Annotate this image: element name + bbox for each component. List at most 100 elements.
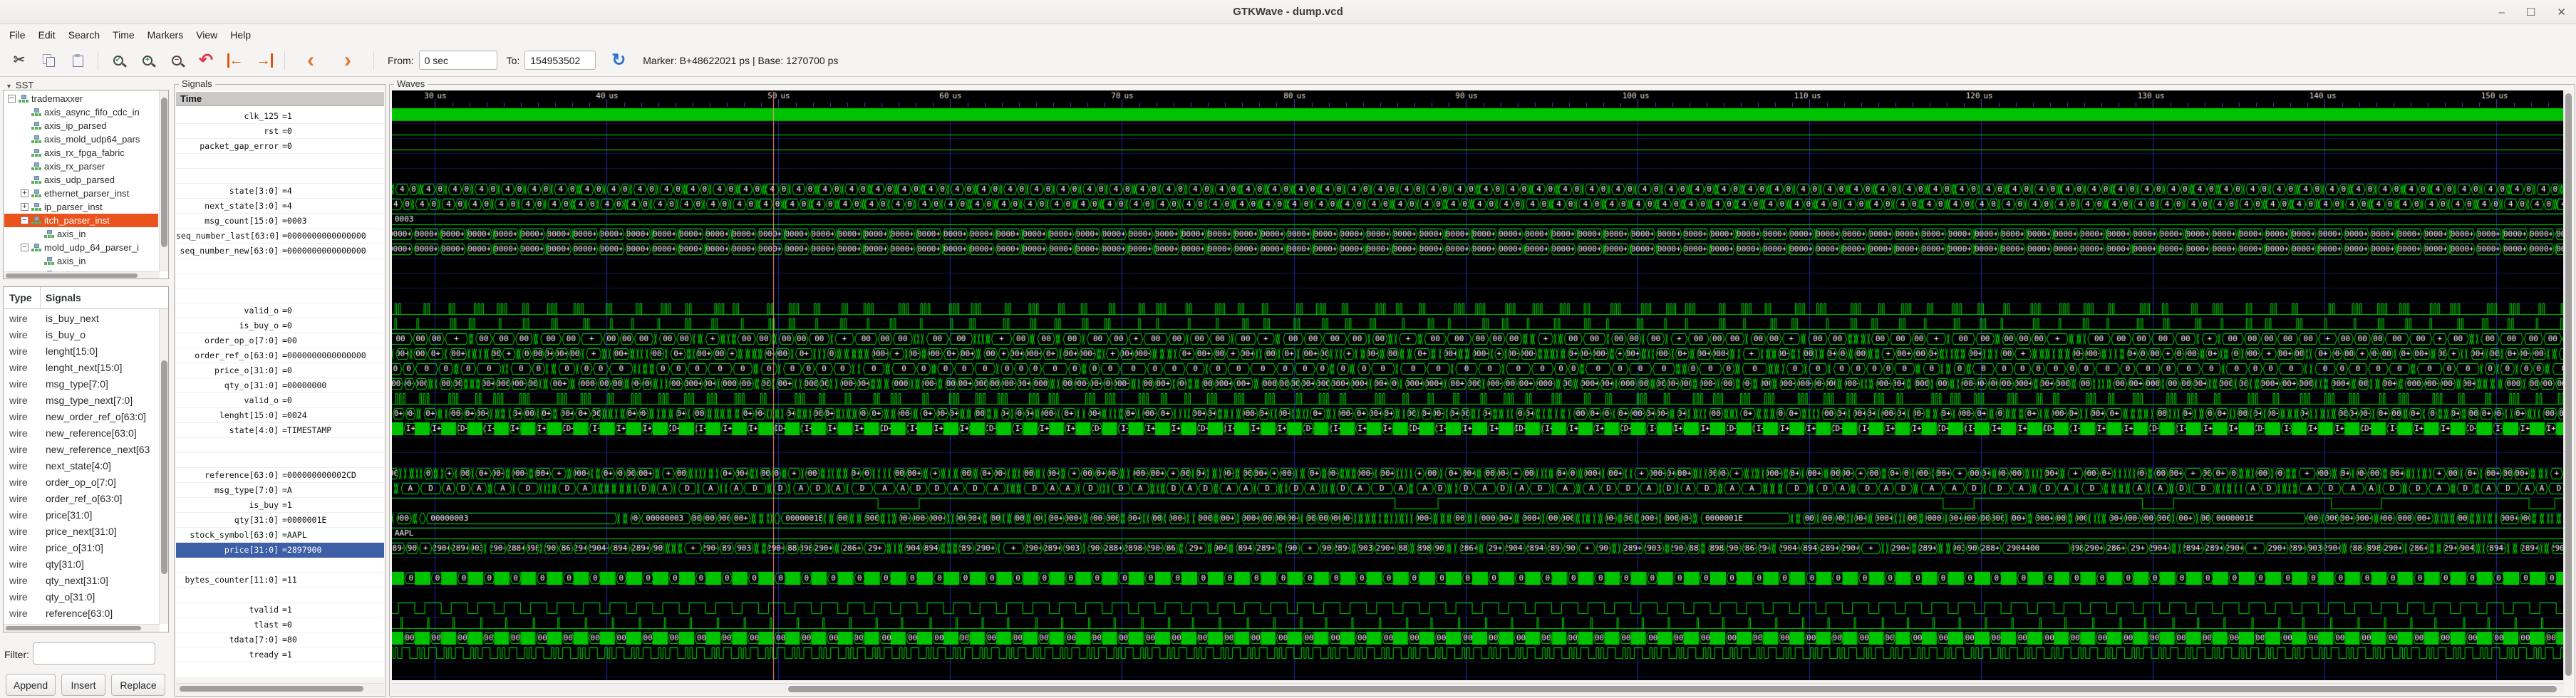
signal-table-row[interactable]: wire qty_o[31:0] [4, 588, 159, 605]
zoom-out-icon[interactable]: − [163, 47, 190, 74]
tree-item-axis_rx_fpga_fabric[interactable]: axis_rx_fpga_fabric [4, 146, 158, 160]
zoom-to-start-icon[interactable]: ← [222, 47, 249, 74]
signal-row-blank[interactable] [176, 274, 384, 288]
tree-item-mold_udp_64_parser_i[interactable]: − mold_udp_64_parser_i [4, 241, 158, 254]
tree-item-ethernet_parser_inst[interactable]: + ethernet_parser_inst [4, 187, 158, 200]
reload-icon[interactable]: ↻ [605, 47, 632, 74]
signal-row-is_buy[interactable]: is_buy =1 [176, 498, 384, 513]
signal-row-msg_type[7:0][interactable]: msg_type[7:0] =A [176, 483, 384, 498]
signal-row-state[3:0][interactable]: state[3:0] =4 [176, 184, 384, 199]
signal-row-order_op_o[7:0][interactable]: order_op_o[7:0] =00 [176, 333, 384, 348]
signal-row-blank[interactable] [176, 453, 384, 468]
signal-table-row[interactable]: wire next_state[4:0] [4, 457, 159, 474]
signal-table-row[interactable]: wire new_reference_next[63 [4, 441, 159, 457]
signal-row-price_o[31:0][interactable]: price_o[31:0] =0 [176, 363, 384, 378]
tree-item-axis_async_fifo_cdc_in[interactable]: axis_async_fifo_cdc_in [4, 105, 158, 119]
menu-time[interactable]: Time [106, 26, 141, 43]
tree-item-itch_parser_inst[interactable]: − itch_parser_inst [4, 214, 158, 227]
zoom-in-icon[interactable]: + [134, 47, 161, 74]
close-button[interactable]: ✕ [2557, 7, 2566, 18]
signal-table-row[interactable]: wire lenght_next[15:0] [4, 359, 159, 375]
prev-edge-icon[interactable]: ‹ [297, 47, 324, 74]
sst-section-header[interactable]: ▼ SST [6, 80, 33, 90]
signal-row-valid_o[interactable]: valid_o =0 [176, 303, 384, 318]
signal-row-state[4:0][interactable]: state[4:0] =TIMESTAMP [176, 423, 384, 438]
signal-row-valid_o[interactable]: valid_o =0 [176, 393, 384, 408]
tree-horizontal-scrollbar[interactable] [4, 271, 160, 278]
time-header[interactable]: Time [176, 92, 384, 106]
tree-vertical-scrollbar[interactable] [159, 90, 168, 271]
signal-table-row[interactable]: wire order_ref_o[63:0] [4, 490, 159, 506]
maximize-button[interactable]: ☐ [2526, 7, 2535, 18]
signal-row-tvalid[interactable]: tvalid =1 [176, 603, 384, 618]
zoom-fit-icon[interactable]: ✓ [105, 47, 132, 74]
from-input[interactable] [418, 51, 497, 70]
signal-row-qty[31:0][interactable]: qty[31:0] =0000001E [176, 513, 384, 528]
signal-row-blank[interactable] [176, 169, 384, 184]
append-button[interactable]: Append [6, 674, 56, 696]
waves-canvas[interactable] [392, 90, 2564, 680]
table-horizontal-scrollbar[interactable] [4, 624, 160, 632]
tree-item-axis_rx_parser[interactable]: axis_rx_parser [4, 160, 158, 173]
signal-row-price[31:0][interactable]: price[31:0] =2897900 [176, 543, 384, 558]
filter-input[interactable] [33, 642, 155, 665]
collapse-icon[interactable]: − [21, 217, 29, 224]
waves-horizontal-scrollbar[interactable] [392, 683, 2564, 694]
replace-button[interactable]: Replace [111, 674, 165, 696]
signal-row-tdata[7:0][interactable]: tdata[7:0] =80 [176, 632, 384, 647]
table-vertical-scrollbar[interactable] [159, 309, 168, 624]
signal-row-blank[interactable] [176, 288, 384, 303]
signal-row-rst[interactable]: rst =0 [176, 124, 384, 139]
signal-table-row[interactable]: wire new_reference[63:0] [4, 424, 159, 441]
zoom-to-end-icon[interactable]: → [251, 47, 278, 74]
paste-icon[interactable] [64, 47, 91, 74]
signal-table-row[interactable]: wire is_buy_next [4, 310, 159, 326]
menu-markers[interactable]: Markers [141, 26, 190, 43]
signal-row-stock_symbol[63:0][interactable]: stock_symbol[63:0] =AAPL [176, 528, 384, 543]
menu-help[interactable]: Help [224, 26, 257, 43]
signals-horizontal-scrollbar[interactable] [176, 683, 384, 694]
signal-row-blank[interactable] [176, 558, 384, 573]
signal-row-seq_number_new[63:0][interactable]: seq_number_new[63:0] =0000000000000000 [176, 244, 384, 259]
tree-item-trademaxxer[interactable]: − trademaxxer [4, 92, 158, 105]
collapse-icon[interactable]: − [21, 244, 29, 251]
signal-row-bytes_counter[11:0][interactable]: bytes_counter[11:0] =11 [176, 573, 384, 588]
signal-row-reference[63:0][interactable]: reference[63:0] =000000000002CD [176, 468, 384, 483]
signal-table-row[interactable]: wire order_op_o[7:0] [4, 474, 159, 490]
signal-row-blank[interactable] [176, 259, 384, 274]
menu-edit[interactable]: Edit [32, 26, 62, 43]
signal-row-clk_125[interactable]: clk_125 =1 [176, 109, 384, 124]
tree-item-axis_mold_udp64_pars[interactable]: axis_mold_udp64_pars [4, 132, 158, 146]
signal-table-row[interactable]: wire msg_type_next[7:0] [4, 392, 159, 408]
signal-row-msg_count[15:0][interactable]: msg_count[15:0] =0003 [176, 214, 384, 229]
menu-search[interactable]: Search [62, 26, 106, 43]
waves-vertical-scrollbar[interactable] [2563, 90, 2573, 680]
collapse-icon[interactable]: − [8, 95, 16, 103]
signal-row-next_state[3:0][interactable]: next_state[3:0] =4 [176, 199, 384, 214]
signal-table-row[interactable]: wire reference[63:0] [4, 605, 159, 621]
signal-row-is_buy_o[interactable]: is_buy_o =0 [176, 318, 384, 333]
signal-table-row[interactable]: wire lenght[15:0] [4, 343, 159, 359]
minimize-button[interactable]: – [2499, 7, 2505, 18]
signal-table-row[interactable]: wire is_buy_o [4, 326, 159, 343]
signal-row-seq_number_last[63:0][interactable]: seq_number_last[63:0] =0000000000000000 [176, 229, 384, 244]
signal-row-blank[interactable] [176, 438, 384, 453]
signal-table-row[interactable]: wire qty_next[31:0] [4, 572, 159, 588]
signal-table-row[interactable]: wire qty[31:0] [4, 556, 159, 572]
insert-button[interactable]: Insert [61, 674, 105, 696]
tree-item-axis_in[interactable]: axis_in [4, 227, 158, 241]
tree-item-axis_udp_parsed[interactable]: axis_udp_parsed [4, 173, 158, 187]
menu-file[interactable]: File [3, 26, 32, 43]
signal-table-row[interactable]: wire price_next[31:0] [4, 523, 159, 539]
expand-icon[interactable]: + [21, 203, 29, 211]
signal-row-blank[interactable] [176, 588, 384, 603]
expand-icon[interactable]: + [21, 189, 29, 197]
menu-view[interactable]: View [190, 26, 224, 43]
signal-table-row[interactable]: wire new_order_ref_o[63:0] [4, 408, 159, 424]
signal-row-qty_o[31:0][interactable]: qty_o[31:0] =00000000 [176, 378, 384, 393]
signal-table-row[interactable]: wire msg_type[7:0] [4, 375, 159, 392]
signal-row-packet_gap_error[interactable]: packet_gap_error =0 [176, 139, 384, 154]
next-edge-icon[interactable]: › [334, 47, 361, 74]
to-input[interactable] [524, 51, 596, 70]
cut-icon[interactable]: ✂ [6, 47, 33, 74]
